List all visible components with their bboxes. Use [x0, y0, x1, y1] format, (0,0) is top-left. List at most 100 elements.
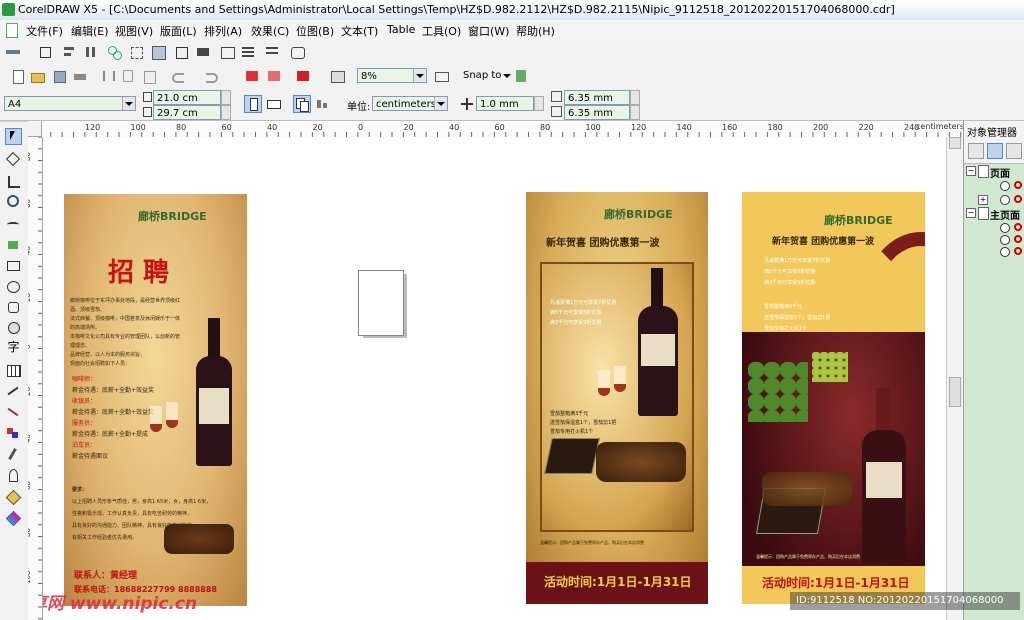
expand-master-toggle[interactable]: − — [966, 208, 976, 218]
chevron-down-icon[interactable] — [122, 97, 135, 110]
landscape-icon[interactable] — [266, 97, 281, 112]
recruitment-poster[interactable]: 廊桥BRIDGE 招 聘 廊桥咖啡位于东坪办事处地段，是经营世界顶级红酒、顶级雪… — [64, 194, 247, 606]
edit-layers-icon[interactable] — [987, 143, 1003, 159]
rectangle-tool-icon[interactable] — [6, 258, 21, 273]
zoom-level-input[interactable]: 8% — [357, 68, 427, 83]
text-tool-icon[interactable]: 字 — [6, 340, 21, 355]
version-icon[interactable] — [6, 45, 21, 60]
ungroup-icon[interactable] — [129, 45, 144, 60]
portrait-icon[interactable] — [244, 95, 262, 113]
outline-tool-icon[interactable] — [6, 468, 21, 483]
crop-tool-icon[interactable] — [6, 174, 21, 189]
duplicate-y-spinner[interactable] — [630, 105, 640, 120]
duplicate-x-input[interactable]: 6.35 mm — [564, 90, 630, 105]
page-height-input[interactable]: 29.7 cm — [153, 105, 221, 120]
menu-effects[interactable]: 效果(C) — [251, 23, 289, 39]
basic-shapes-icon[interactable] — [6, 320, 21, 335]
full-screen-preview-icon[interactable] — [434, 69, 449, 84]
weld-icon[interactable] — [196, 45, 211, 60]
tree-page-label[interactable]: 页面 — [990, 165, 1010, 180]
ellipse-tool-icon[interactable] — [6, 279, 21, 294]
lock-icon[interactable] — [1014, 223, 1022, 231]
zoom-tool-icon[interactable] — [6, 194, 21, 209]
a4-page[interactable] — [358, 270, 404, 336]
copy-icon[interactable] — [121, 69, 136, 84]
menu-bitmaps[interactable]: 位图(B) — [296, 23, 334, 39]
freehand-tool-icon[interactable] — [6, 216, 21, 231]
open-icon[interactable] — [30, 69, 45, 84]
height-spinner[interactable] — [221, 105, 231, 120]
options-icon[interactable] — [514, 69, 529, 84]
redo-icon[interactable] — [204, 69, 219, 84]
table-tool-icon[interactable] — [6, 363, 21, 378]
print-icon[interactable] — [1014, 195, 1022, 203]
menu-window[interactable]: 窗口(W) — [468, 23, 509, 39]
chevron-down-icon[interactable] — [434, 97, 447, 110]
nudge-spinner[interactable] — [534, 96, 544, 111]
paper-size-select[interactable]: A4 — [4, 96, 136, 111]
duplicate-y-input[interactable]: 6.35 mm — [564, 105, 630, 120]
ruler-origin-corner[interactable] — [28, 121, 42, 137]
scroll-thumb[interactable] — [949, 377, 961, 407]
duplicate-x-spinner[interactable] — [630, 90, 640, 105]
eye-icon[interactable] — [1000, 235, 1010, 245]
save-icon[interactable] — [52, 69, 67, 84]
wine-promo-poster[interactable]: 廊桥BRIDGE 新年贺喜 团购优惠第一波 凡消费满1万元可享受7折优惠 满5千… — [526, 192, 708, 604]
wine-promo-poster-alt[interactable]: 廊桥BRIDGE 新年贺喜 团购优惠第一波 凡消费满1万元可享受7折优惠 满5千… — [742, 192, 925, 604]
horizontal-ruler[interactable]: 120 100 80 60 40 20 0 20 40 60 80 100 120 140 160 180 20… — [28, 121, 963, 138]
intersect-icon[interactable] — [241, 45, 256, 60]
tree-master-label[interactable]: 主页面 — [990, 207, 1020, 222]
menu-table[interactable]: Table — [387, 23, 415, 36]
menu-layout[interactable]: 版面(L) — [160, 23, 197, 39]
chevron-down-icon[interactable] — [413, 69, 426, 82]
expand-page-toggle[interactable]: − — [966, 166, 976, 176]
undo-icon[interactable] — [170, 69, 185, 84]
all-pages-icon[interactable] — [293, 95, 311, 113]
trim-icon[interactable] — [220, 45, 235, 60]
eye-icon[interactable] — [1000, 195, 1010, 205]
pick-tool-icon[interactable] — [37, 45, 52, 60]
nudge-distance-input[interactable]: 1.0 mm — [476, 96, 534, 111]
layer-manager-icon[interactable] — [1006, 143, 1022, 159]
vertical-scrollbar[interactable] — [946, 137, 964, 620]
welcome-screen-icon[interactable] — [330, 69, 345, 84]
drawing-canvas[interactable]: 廊桥BRIDGE 招 聘 廊桥咖啡位于东坪办事处地段，是经营世界顶级红酒、顶级雪… — [43, 137, 946, 620]
simplify-icon[interactable] — [265, 45, 280, 60]
layers-icon[interactable] — [968, 143, 984, 159]
lock-icon[interactable] — [1014, 181, 1022, 189]
eyedropper-tool-icon[interactable] — [6, 447, 21, 462]
new-document-icon[interactable] — [10, 69, 25, 84]
smart-fill-icon[interactable] — [6, 237, 21, 252]
combine-icon[interactable] — [151, 45, 166, 60]
lock-icon[interactable] — [1014, 247, 1022, 255]
print-icon[interactable] — [73, 69, 88, 84]
chevron-down-icon[interactable] — [500, 69, 515, 84]
menu-file[interactable]: 文件(F) — [26, 23, 63, 39]
export-icon[interactable] — [267, 69, 282, 84]
convert-to-curves-icon[interactable] — [290, 45, 305, 60]
width-spinner[interactable] — [221, 90, 231, 105]
fill-tool-icon[interactable] — [5, 489, 22, 506]
cut-icon[interactable] — [100, 69, 115, 84]
publish-pdf-icon[interactable] — [296, 69, 311, 84]
menu-arrange[interactable]: 排列(A) — [204, 23, 242, 39]
shape-tool-icon[interactable] — [5, 151, 21, 167]
pick-tool-icon[interactable] — [5, 128, 22, 145]
eye-icon[interactable] — [1000, 181, 1010, 191]
menu-view[interactable]: 视图(V) — [115, 23, 153, 39]
import-icon[interactable] — [245, 69, 260, 84]
units-select[interactable]: centimeters — [372, 96, 448, 111]
current-page-icon[interactable] — [316, 97, 331, 112]
menu-help[interactable]: 帮助(H) — [516, 23, 555, 39]
eye-icon[interactable] — [1000, 247, 1010, 257]
dimension-tool-icon[interactable] — [6, 384, 21, 399]
menu-edit[interactable]: 编辑(E) — [71, 23, 109, 39]
vertical-ruler[interactable]: 80 60 40 20 0 20 40 60 80 100 — [28, 137, 43, 620]
page-width-input[interactable]: 21.0 cm — [153, 90, 221, 105]
connector-tool-icon[interactable] — [6, 405, 21, 420]
menu-text[interactable]: 文本(T) — [341, 23, 378, 39]
polygon-tool-icon[interactable] — [6, 300, 21, 315]
group-icon[interactable] — [107, 45, 122, 60]
distribute-icon[interactable] — [84, 45, 99, 60]
interactive-fill-icon[interactable] — [5, 510, 22, 527]
